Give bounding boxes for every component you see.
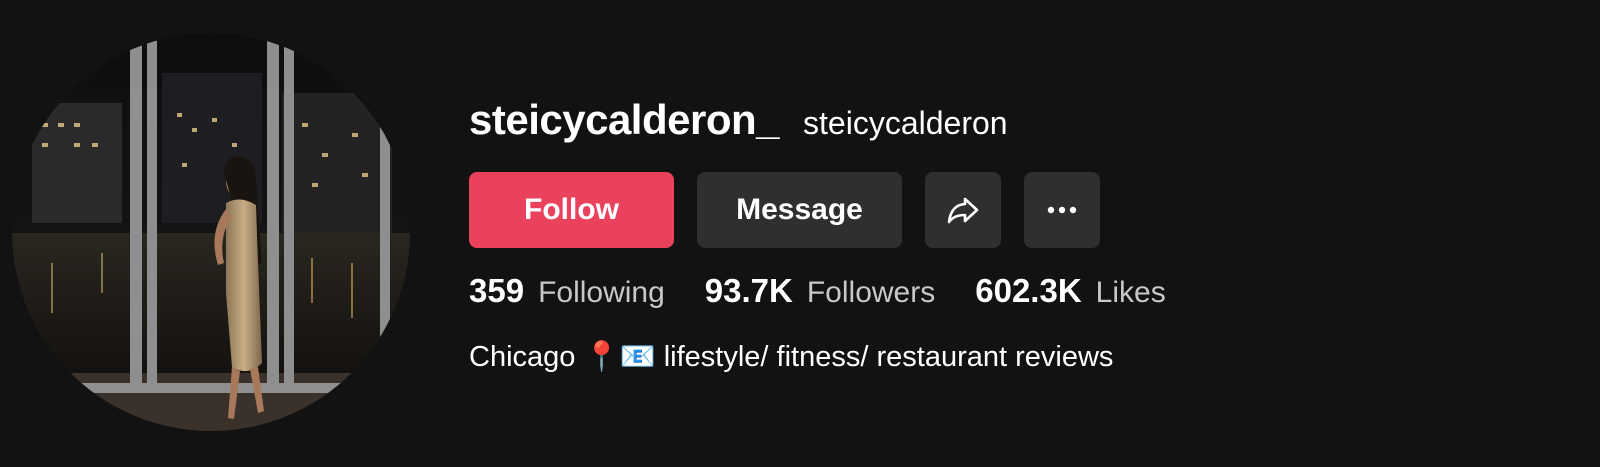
following-label: Following: [538, 276, 665, 309]
likes-label: Likes: [1095, 276, 1166, 309]
nickname: steicycalderon: [803, 105, 1008, 141]
following-count: 359: [469, 272, 525, 309]
profile-stats: 359 Following 93.7K Followers 602.3K Lik…: [469, 272, 1206, 310]
followers-count: 93.7K: [704, 272, 793, 309]
follow-button[interactable]: Follow: [469, 172, 674, 248]
following-stat[interactable]: 359 Following: [469, 272, 665, 310]
message-button[interactable]: Message: [697, 172, 902, 248]
username: steicycalderon_: [469, 96, 780, 143]
likes-stat: 602.3K Likes: [975, 272, 1165, 310]
followers-stat[interactable]: 93.7K Followers: [705, 272, 935, 310]
profile-names: steicycalderon_ steicycalderon: [469, 96, 1008, 156]
share-arrow-icon: [947, 197, 979, 224]
share-button[interactable]: [925, 172, 1001, 248]
more-options-button[interactable]: [1024, 172, 1100, 248]
profile-info: steicycalderon_ steicycalderon Follow Me…: [469, 96, 1166, 373]
followers-label: Followers: [806, 276, 936, 309]
likes-count: 602.3K: [975, 272, 1082, 309]
profile-actions: Follow Message: [469, 172, 1100, 248]
profile-bio: Chicago 📍📧 lifestyle/ fitness/ restauran…: [469, 341, 1114, 373]
more-options-icon: [1047, 206, 1077, 214]
avatar[interactable]: [12, 33, 410, 431]
avatar-photo: [12, 33, 410, 431]
